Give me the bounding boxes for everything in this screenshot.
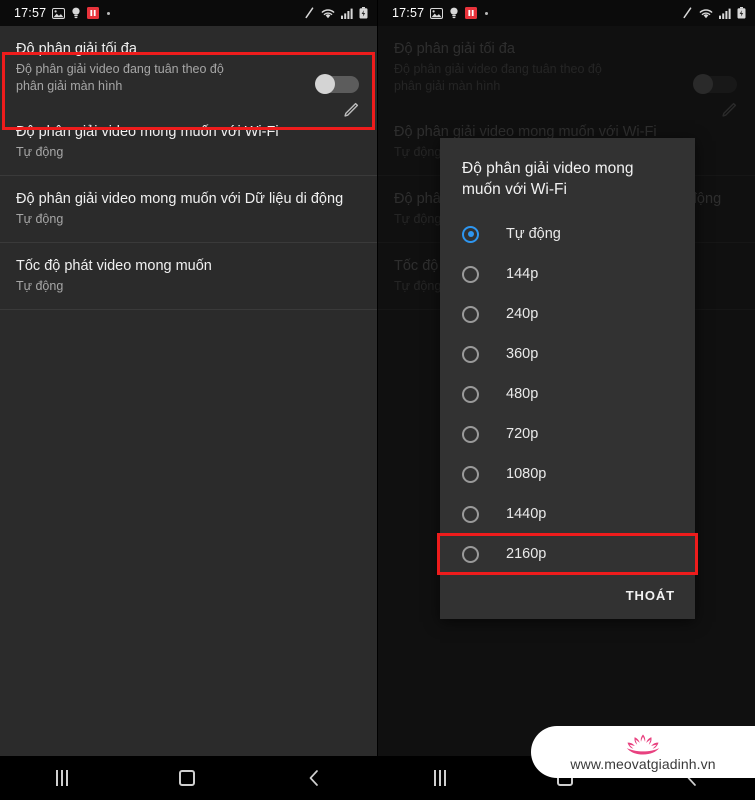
radio-button[interactable] [462,385,479,403]
home-icon[interactable] [179,770,196,786]
setting-title: Độ phân giải video mong muốn với Dữ liệu… [16,191,344,207]
setting-row-max-resolution[interactable]: Độ phân giải tối đa Độ phân giải video đ… [0,26,377,117]
option-label: 144p [506,266,539,282]
setting-row-playback-speed[interactable]: Tốc độ phát video mong muốn Tự động [0,243,377,310]
lotus-icon [622,733,664,757]
settings-list: Độ phân giải tối đa Độ phân giải video đ… [0,26,377,310]
status-bar-clock: 17:57 [392,6,425,20]
status-bar-right [304,7,368,19]
dialog-title: Độ phân giải video mong muốn với Wi-Fi [462,160,634,198]
setting-subtitle: Tự động [16,279,64,293]
image-icon [430,7,444,19]
watermark: www.meovatgiadinh.vn [531,726,755,778]
recents-icon[interactable] [55,770,68,786]
screenshot-root: 17:57 Độ phân giải tối đa Độ phân giải v… [0,0,755,800]
toggle-thumb [315,74,335,94]
pause-badge-icon [87,7,100,19]
bulb-icon [449,7,459,19]
setting-subtitle: Độ phân giải video đang tuân theo độ phâ… [16,62,224,93]
phone-screen-left: 17:57 Độ phân giải tối đa Độ phân giải v… [0,0,377,800]
resolution-dialog: Độ phân giải video mong muốn với Wi-Fi T… [437,138,698,619]
radio-option-720p[interactable]: 720p [440,414,695,454]
option-label: 1080p [506,466,547,482]
image-icon [52,7,66,19]
signal-icon [719,8,731,19]
radio-option-360p[interactable]: 360p [440,334,695,374]
radio-button[interactable] [462,505,479,523]
status-bar: 17:57 [378,0,755,26]
option-label: 240p [506,306,539,322]
max-resolution-toggle[interactable] [315,74,359,94]
dot-icon [485,11,489,15]
watermark-url: www.meovatgiadinh.vn [570,755,716,772]
back-icon[interactable] [307,769,321,787]
signal-icon [341,8,353,19]
radio-button[interactable] [462,545,479,563]
setting-subtitle: Tự động [16,212,64,226]
setting-title: Tốc độ phát video mong muốn [16,258,212,274]
radio-button[interactable] [462,265,479,283]
pencil-slash-icon [304,7,315,19]
bulb-icon [71,7,81,19]
navigation-bar [0,756,377,800]
dot-icon [107,11,111,15]
radio-option-auto[interactable]: Tự động [440,214,695,254]
radio-option-480p[interactable]: 480p [440,374,695,414]
wifi-icon [699,8,713,19]
setting-subtitle: Tự động [16,145,64,159]
radio-button[interactable] [462,425,479,443]
option-label: 2160p [506,546,547,562]
battery-icon [359,7,368,19]
radio-option-1080p[interactable]: 1080p [440,454,695,494]
phone-screen-right: 17:57 Độ phân giải video mong muốn với W… [377,0,755,800]
status-bar-right [682,7,746,19]
radio-button[interactable] [462,305,479,323]
setting-title: Độ phân giải video mong muốn với Wi-Fi [16,124,279,140]
radio-button[interactable] [462,345,479,363]
radio-option-144p[interactable]: 144p [440,254,695,294]
setting-row-wifi-resolution[interactable]: Độ phân giải video mong muốn với Wi-Fi T… [0,109,377,176]
setting-row-mobile-data-resolution[interactable]: Độ phân giải video mong muốn với Dữ liệu… [0,176,377,243]
option-label: 360p [506,346,539,362]
status-bar-left: 17:57 [14,6,111,20]
option-label: 480p [506,386,539,402]
dismiss-button[interactable]: THOÁT [626,588,675,603]
radio-option-1440p[interactable]: 1440p [440,494,695,534]
radio-option-240p[interactable]: 240p [440,294,695,334]
setting-title: Độ phân giải tối đa [16,41,137,57]
option-label: 720p [506,426,539,442]
option-label: 1440p [506,506,547,522]
radio-option-2160p[interactable]: 2160p [437,533,698,575]
radio-button[interactable] [462,225,479,243]
status-bar-clock: 17:57 [14,6,47,20]
status-bar: 17:57 [0,0,377,26]
wifi-icon [321,8,335,19]
pause-badge-icon [465,7,478,19]
recents-icon[interactable] [433,770,446,786]
status-bar-left: 17:57 [392,6,489,20]
pencil-slash-icon [682,7,693,19]
radio-button[interactable] [462,465,479,483]
battery-icon [737,7,746,19]
option-label: Tự động [506,226,561,242]
dialog-options: Tự động 144p 240p 360p 480p 720p 1080p 1… [437,214,698,578]
dialog-actions: THOÁT [440,578,695,619]
